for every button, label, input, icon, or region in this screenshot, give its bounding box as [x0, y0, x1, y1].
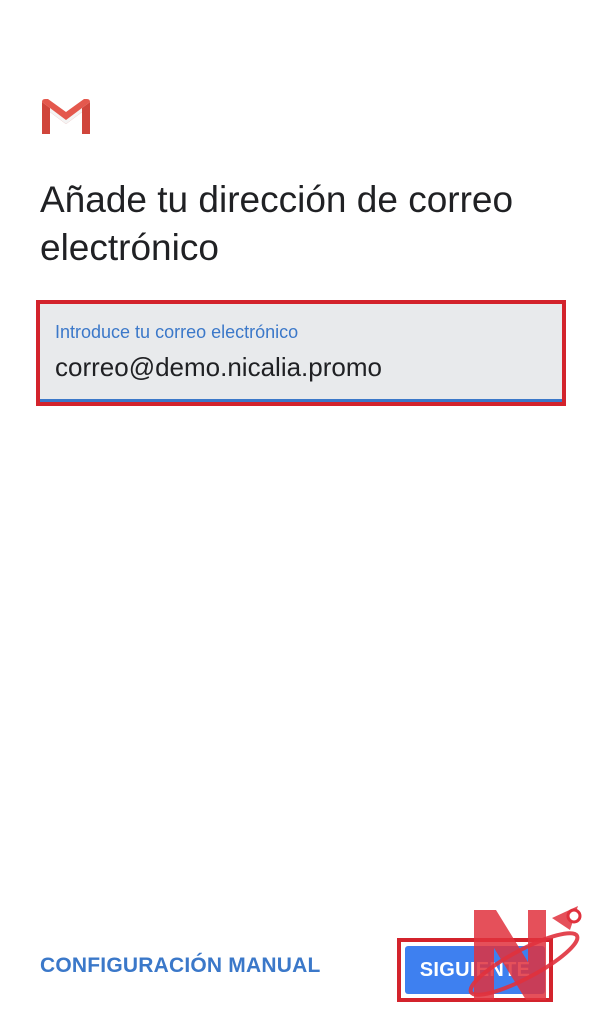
page-title: Añade tu dirección de correo electrónico — [40, 179, 514, 268]
email-field-highlight — [36, 300, 566, 406]
next-button-highlight — [397, 938, 553, 1002]
add-email-screen: Añade tu dirección de correo electrónico… — [0, 0, 600, 1024]
manual-config-button[interactable]: CONFIGURACIÓN MANUAL — [40, 954, 320, 978]
gmail-logo-icon — [42, 99, 90, 134]
